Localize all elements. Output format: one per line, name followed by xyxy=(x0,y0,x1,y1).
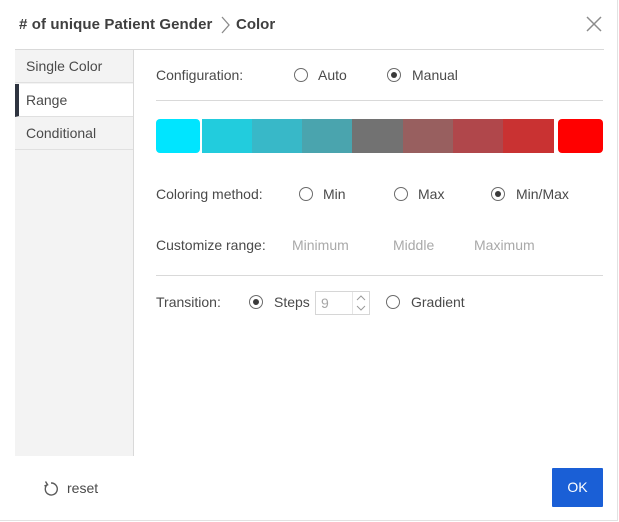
sidebar-item-single-color[interactable]: Single Color xyxy=(15,50,133,83)
color-swatch[interactable] xyxy=(453,119,503,153)
steps-stepper[interactable]: 9 xyxy=(315,291,370,315)
undo-icon xyxy=(44,481,58,496)
min-max-radio[interactable] xyxy=(491,187,505,201)
range-settings-panel: Configuration: Auto Manual Coloring meth… xyxy=(134,50,604,456)
close-icon[interactable] xyxy=(585,15,603,33)
sidebar-item-label: Conditional xyxy=(26,125,97,141)
divider xyxy=(156,275,603,276)
reset-label: reset xyxy=(67,480,99,496)
gradient-label[interactable]: Gradient xyxy=(411,294,465,310)
max-radio[interactable] xyxy=(394,187,408,201)
color-swatch[interactable] xyxy=(302,119,352,153)
chevron-right-icon xyxy=(221,16,230,34)
sidebar-item-label: Range xyxy=(26,92,68,108)
color-range-bar xyxy=(156,119,603,153)
gradient-radio[interactable] xyxy=(386,295,400,309)
color-swatch[interactable] xyxy=(403,119,453,153)
sidebar-item-conditional[interactable]: Conditional xyxy=(15,117,133,150)
sidebar: Single Color Range Conditional xyxy=(15,50,134,456)
minimum-input[interactable]: Minimum xyxy=(292,237,349,253)
maximum-input[interactable]: Maximum xyxy=(474,237,535,253)
auto-label[interactable]: Auto xyxy=(318,67,347,83)
dialog-header: # of unique Patient Gender Color xyxy=(15,0,604,50)
min-max-label[interactable]: Min/Max xyxy=(516,186,569,202)
manual-label[interactable]: Manual xyxy=(412,67,458,83)
stepper-arrows[interactable] xyxy=(352,292,369,314)
steps-label[interactable]: Steps xyxy=(274,294,310,310)
color-swatch[interactable] xyxy=(558,119,603,153)
color-swatch[interactable] xyxy=(252,119,302,153)
page-title: # of unique Patient Gender xyxy=(19,16,213,33)
breadcrumb-current: Color xyxy=(236,16,276,33)
color-dialog: # of unique Patient Gender Color Single … xyxy=(0,0,618,521)
steps-value[interactable]: 9 xyxy=(321,295,329,311)
coloring-method-label: Coloring method: xyxy=(156,186,263,202)
chevron-up-down-icon[interactable] xyxy=(353,292,369,314)
min-label[interactable]: Min xyxy=(323,186,346,202)
middle-input[interactable]: Middle xyxy=(393,237,434,253)
color-swatch[interactable] xyxy=(352,119,403,153)
divider xyxy=(156,100,603,101)
color-swatch[interactable] xyxy=(156,119,200,153)
min-radio[interactable] xyxy=(299,187,313,201)
sidebar-item-range[interactable]: Range xyxy=(15,84,133,117)
configuration-label: Configuration: xyxy=(156,67,244,83)
ok-button[interactable]: OK xyxy=(552,468,603,507)
sidebar-item-label: Single Color xyxy=(26,58,103,74)
auto-radio[interactable] xyxy=(294,68,308,82)
color-swatch[interactable] xyxy=(202,119,252,153)
transition-label: Transition: xyxy=(156,294,221,310)
customize-range-label: Customize range: xyxy=(156,237,266,253)
color-swatch[interactable] xyxy=(503,119,554,153)
steps-radio[interactable] xyxy=(249,295,263,309)
max-label[interactable]: Max xyxy=(418,186,444,202)
manual-radio[interactable] xyxy=(387,68,401,82)
